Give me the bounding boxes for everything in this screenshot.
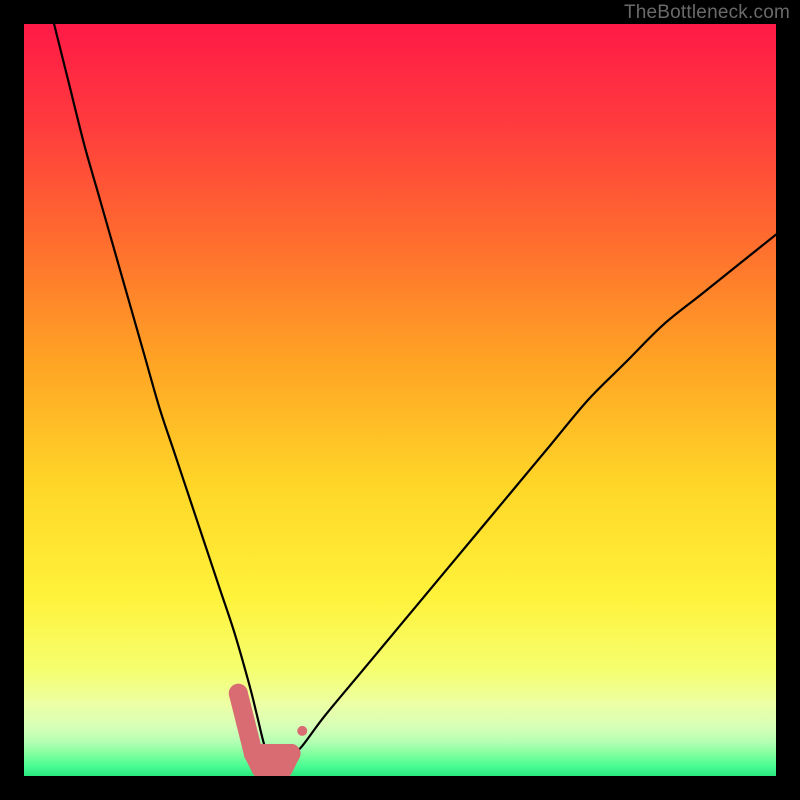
chart-background-gradient bbox=[24, 24, 776, 776]
highlight-dot bbox=[229, 684, 248, 703]
highlight-dot bbox=[297, 726, 307, 736]
chart-container bbox=[24, 24, 776, 776]
bottleneck-chart bbox=[24, 24, 776, 776]
highlight-dot bbox=[281, 744, 300, 763]
highlight-dot bbox=[236, 714, 255, 733]
watermark-text: TheBottleneck.com bbox=[624, 2, 790, 24]
